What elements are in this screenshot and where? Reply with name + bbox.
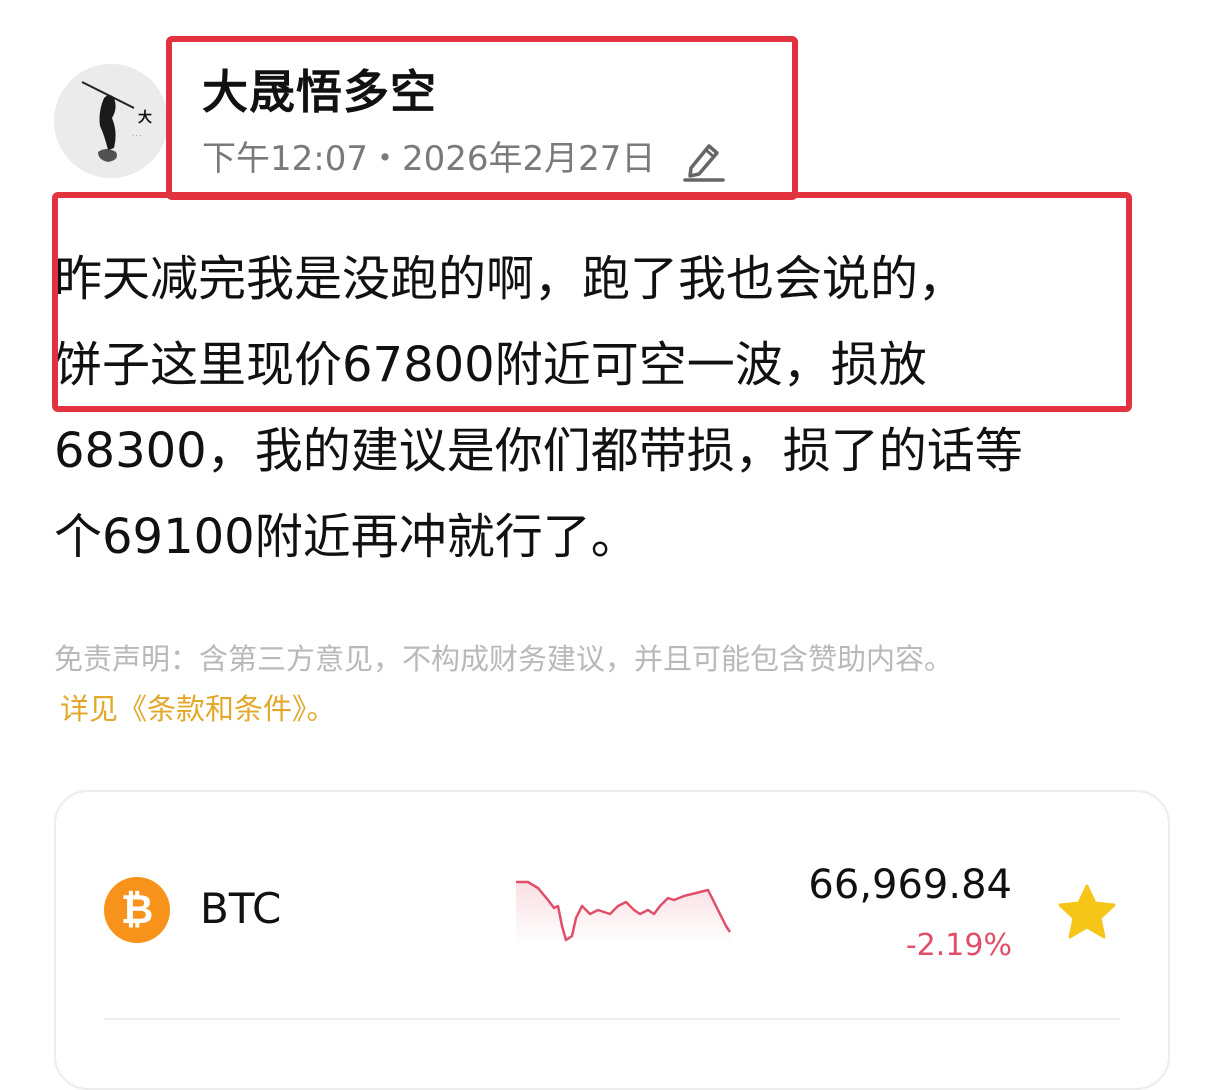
edit-icon[interactable] bbox=[679, 136, 727, 182]
disclaimer-text: 免责声明：含第三方意见，不构成财务建议，并且可能包含赞助内容。 bbox=[54, 642, 954, 676]
post-time: 下午12:07 bbox=[202, 139, 368, 179]
author-name[interactable]: 大晟悟多空 bbox=[202, 62, 437, 122]
post-line: 饼子这里现价67800附近可空一波，损放 bbox=[54, 337, 927, 393]
post-line: 个69100附近再冲就行了。 bbox=[54, 509, 639, 565]
post-date: 2026年2月27日 bbox=[401, 139, 656, 179]
coin-price: 66,969.84 bbox=[808, 862, 1012, 908]
card-divider bbox=[104, 1018, 1120, 1020]
favorite-star-icon[interactable] bbox=[1056, 882, 1118, 942]
post-line: 68300，我的建议是你们都带损，损了的话等 bbox=[54, 423, 1023, 479]
svg-text:· · ·: · · · bbox=[132, 133, 142, 140]
post-line: 昨天减完我是没跑的啊，跑了我也会说的， bbox=[54, 251, 967, 307]
coin-symbol[interactable]: BTC bbox=[200, 884, 281, 933]
avatar-illustration: 大 · · · bbox=[54, 64, 168, 178]
price-change: -2.19% bbox=[905, 928, 1012, 963]
post-meta: 下午12:07 ・ 2026年2月27日 bbox=[202, 136, 727, 182]
meta-separator: ・ bbox=[367, 139, 402, 179]
price-sparkline bbox=[516, 880, 732, 946]
post-body: 昨天减完我是没跑的啊，跑了我也会说的， 饼子这里现价67800附近可空一波，损放… bbox=[54, 236, 1184, 580]
disclaimer: 免责声明：含第三方意见，不构成财务建议，并且可能包含赞助内容。 详见《条款和条件… bbox=[54, 634, 1184, 734]
terms-link[interactable]: 详见《条款和条件》。 bbox=[60, 684, 336, 734]
author-avatar[interactable]: 大 · · · bbox=[54, 64, 168, 178]
avatar-glyph: 大 bbox=[138, 109, 152, 126]
bitcoin-icon: ₿ bbox=[104, 877, 170, 943]
